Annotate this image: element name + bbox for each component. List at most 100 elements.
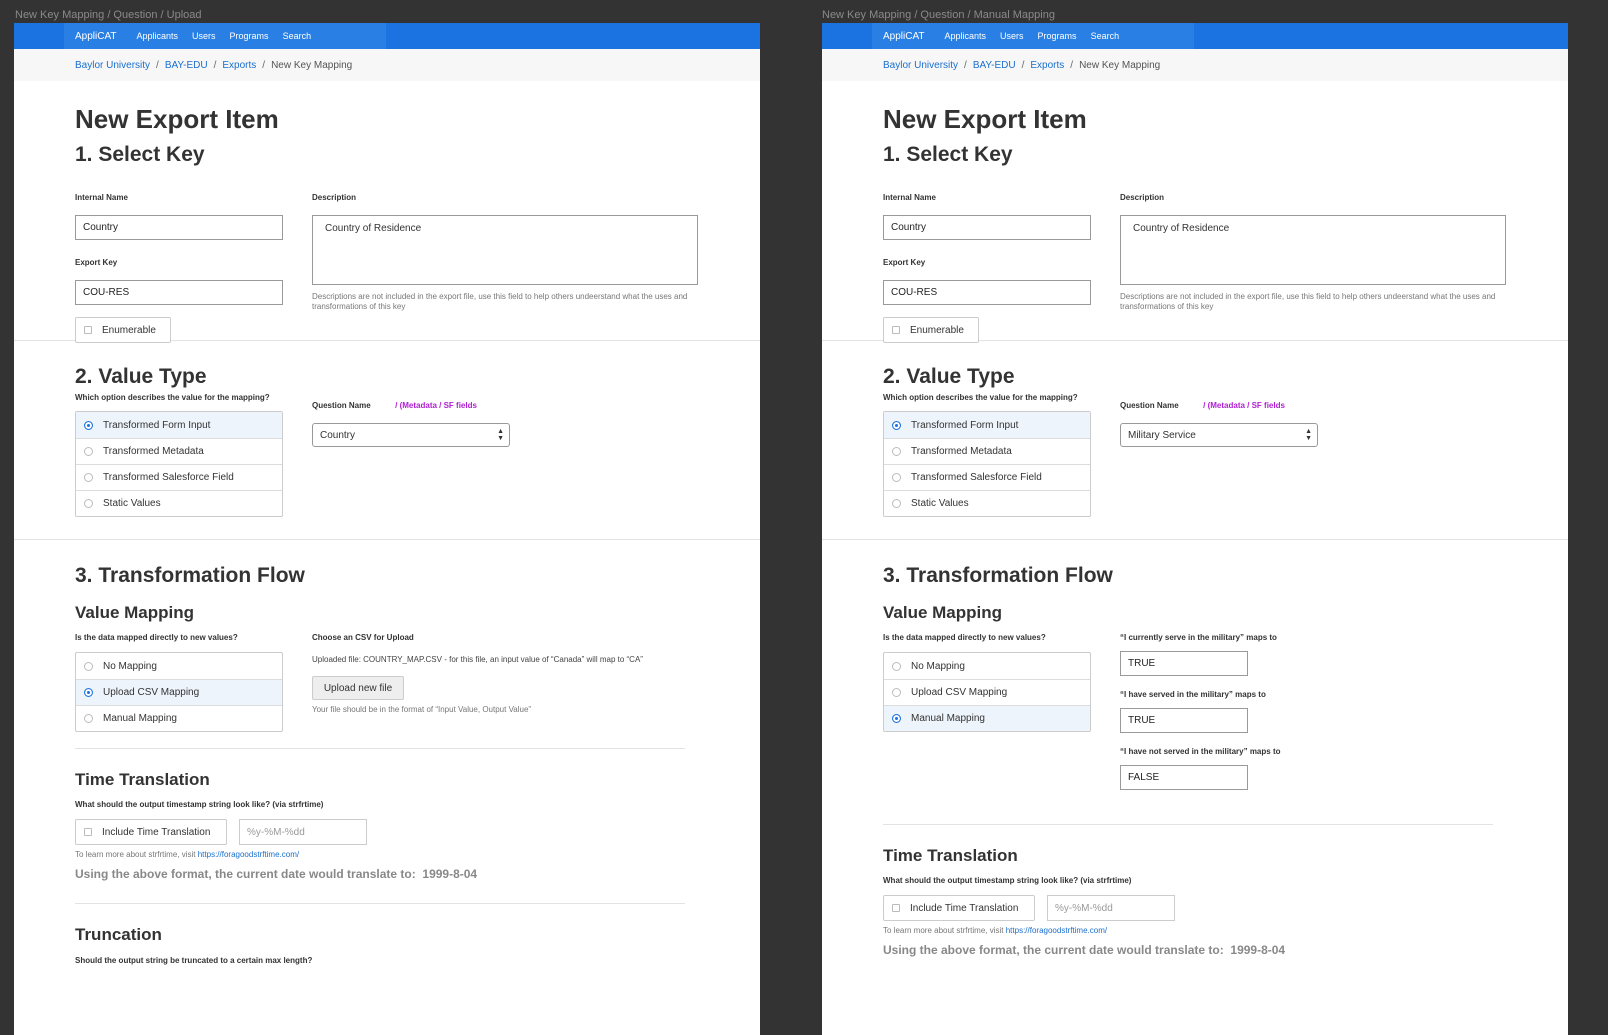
radio-dot <box>892 447 901 456</box>
nav-programs[interactable]: Programs <box>1038 31 1077 41</box>
breadcrumb-exports[interactable]: Exports <box>1030 60 1064 71</box>
export-key-label: Export Key <box>883 258 926 267</box>
radio-no-mapping[interactable]: No Mapping <box>76 653 282 679</box>
radio-transformed-form-input[interactable]: Transformed Form Input <box>76 412 282 438</box>
csv-format-help: Your file should be in the format of “In… <box>312 705 532 714</box>
value-mapping-radio-group: No Mapping Upload CSV Mapping Manual Map… <box>75 652 283 732</box>
nav-users[interactable]: Users <box>1000 31 1024 41</box>
include-time-translation-checkbox[interactable]: Include Time Translation <box>883 895 1035 921</box>
nav-search[interactable]: Search <box>283 31 312 41</box>
breadcrumb-current: New Key Mapping <box>271 59 353 71</box>
checkbox-box <box>892 326 900 334</box>
question-name-select[interactable]: Country ▲ ▼ <box>312 423 510 447</box>
subsection-divider <box>883 824 1493 825</box>
time-result: Using the above format, the current date… <box>75 867 760 881</box>
subsection-divider <box>75 748 685 749</box>
radio-dot <box>84 447 93 456</box>
artboard-label-manual: New Key Mapping / Question / Manual Mapp… <box>822 9 1055 21</box>
metadata-link[interactable]: / (Metadata / SF fields <box>1203 401 1285 410</box>
value-type-question: Which option describes the value for the… <box>883 393 1078 402</box>
radio-manual-mapping[interactable]: Manual Mapping <box>76 705 282 731</box>
section-transformation-flow-title: 3. Transformation Flow <box>75 564 305 587</box>
time-help-text: To learn more about strfrtime, visit <box>75 850 198 859</box>
csv-upload-label: Choose an CSV for Upload <box>312 633 414 642</box>
breadcrumb-exports[interactable]: Exports <box>222 60 256 71</box>
radio-transformed-metadata[interactable]: Transformed Metadata <box>884 438 1090 464</box>
radio-label: Transformed Salesforce Field <box>103 472 234 483</box>
time-translation-question: What should the output timestamp string … <box>883 876 1132 885</box>
breadcrumb-org[interactable]: BAY-EDU <box>165 60 208 71</box>
strftime-link[interactable]: https://foragoodstrftime.com/ <box>198 850 299 859</box>
select-arrows-icon: ▲ ▼ <box>497 428 504 442</box>
radio-dot <box>892 688 901 697</box>
radio-label: No Mapping <box>103 660 157 672</box>
upload-new-file-button[interactable]: Upload new file <box>312 676 404 700</box>
manual-map-input[interactable]: TRUE <box>1120 651 1248 676</box>
page-title: New Export Item <box>883 104 1087 134</box>
radio-dot <box>892 473 901 482</box>
value-mapping-question: Is the data mapped directly to new value… <box>883 633 1046 642</box>
checkbox-box <box>892 904 900 912</box>
radio-dot <box>84 714 93 723</box>
time-result-value: 1999-8-04 <box>1230 943 1286 957</box>
time-format-input[interactable]: %y-%M-%dd <box>1047 895 1175 921</box>
export-key-input[interactable]: COU-RES <box>883 280 1091 305</box>
description-help: Descriptions are not included in the exp… <box>312 292 688 311</box>
radio-no-mapping[interactable]: No Mapping <box>884 653 1090 679</box>
breadcrumb-org[interactable]: BAY-EDU <box>973 60 1016 71</box>
radio-transformed-salesforce-field[interactable]: Transformed Salesforce Field <box>884 464 1090 490</box>
enumerable-label: Enumerable <box>910 324 964 336</box>
question-name-select[interactable]: Military Service ▲ ▼ <box>1120 423 1318 447</box>
manual-map-input[interactable]: FALSE <box>1120 765 1248 790</box>
radio-dot <box>84 688 93 697</box>
radio-label: Static Values <box>911 498 969 509</box>
description-textarea[interactable]: Country of Residence <box>312 215 698 285</box>
internal-name-input[interactable]: Country <box>883 215 1091 240</box>
internal-name-label: Internal Name <box>75 193 128 202</box>
internal-name-input[interactable]: Country <box>75 215 283 240</box>
export-key-input[interactable]: COU-RES <box>75 280 283 305</box>
description-textarea[interactable]: Country of Residence <box>1120 215 1506 285</box>
manual-map-label: “I have served in the military” maps to <box>1120 690 1266 699</box>
radio-upload-csv-mapping[interactable]: Upload CSV Mapping <box>76 679 282 705</box>
radio-transformed-form-input[interactable]: Transformed Form Input <box>884 412 1090 438</box>
breadcrumb-university[interactable]: Baylor University <box>75 60 150 71</box>
truncation-question: Should the output string be truncated to… <box>75 956 313 965</box>
brand-logo[interactable]: AppliCAT <box>75 31 117 42</box>
enumerable-checkbox[interactable]: Enumerable <box>75 317 171 343</box>
value-mapping-title: Value Mapping <box>883 603 1003 622</box>
radio-static-values[interactable]: Static Values <box>76 490 282 516</box>
nav-search[interactable]: Search <box>1091 31 1120 41</box>
radio-transformed-salesforce-field[interactable]: Transformed Salesforce Field <box>76 464 282 490</box>
brand-logo[interactable]: AppliCAT <box>883 31 925 42</box>
manual-map-label: “I currently serve in the military” maps… <box>1120 633 1277 642</box>
radio-transformed-metadata[interactable]: Transformed Metadata <box>76 438 282 464</box>
nav-users[interactable]: Users <box>192 31 216 41</box>
time-translation-title: Time Translation <box>75 770 210 789</box>
radio-label: Upload CSV Mapping <box>911 687 1008 698</box>
nav-applicants[interactable]: Applicants <box>945 31 987 41</box>
subsection-divider <box>75 903 685 904</box>
nav-applicants[interactable]: Applicants <box>137 31 179 41</box>
breadcrumb-university[interactable]: Baylor University <box>883 60 958 71</box>
nav-programs[interactable]: Programs <box>230 31 269 41</box>
include-time-translation-checkbox[interactable]: Include Time Translation <box>75 819 227 845</box>
radio-static-values[interactable]: Static Values <box>884 490 1090 516</box>
enumerable-checkbox[interactable]: Enumerable <box>883 317 979 343</box>
radio-manual-mapping[interactable]: Manual Mapping <box>884 705 1090 731</box>
breadcrumb-current: New Key Mapping <box>1079 59 1161 71</box>
value-type-radio-group: Transformed Form Input Transformed Metad… <box>75 411 283 517</box>
metadata-link[interactable]: / (Metadata / SF fields <box>395 401 477 410</box>
checkbox-box <box>84 326 92 334</box>
strftime-link[interactable]: https://foragoodstrftime.com/ <box>1006 926 1107 935</box>
value-mapping-question: Is the data mapped directly to new value… <box>75 633 238 642</box>
time-result-label: Using the above format, the current date… <box>883 943 1224 957</box>
value-mapping-radio-group: No Mapping Upload CSV Mapping Manual Map… <box>883 652 1091 732</box>
description-label: Description <box>1120 193 1165 202</box>
value-mapping-title: Value Mapping <box>75 603 195 622</box>
radio-label: No Mapping <box>911 660 965 672</box>
manual-map-input[interactable]: TRUE <box>1120 708 1248 733</box>
section-transformation-flow-title: 3. Transformation Flow <box>883 564 1113 587</box>
radio-upload-csv-mapping[interactable]: Upload CSV Mapping <box>884 679 1090 705</box>
time-format-input[interactable]: %y-%M-%dd <box>239 819 367 845</box>
